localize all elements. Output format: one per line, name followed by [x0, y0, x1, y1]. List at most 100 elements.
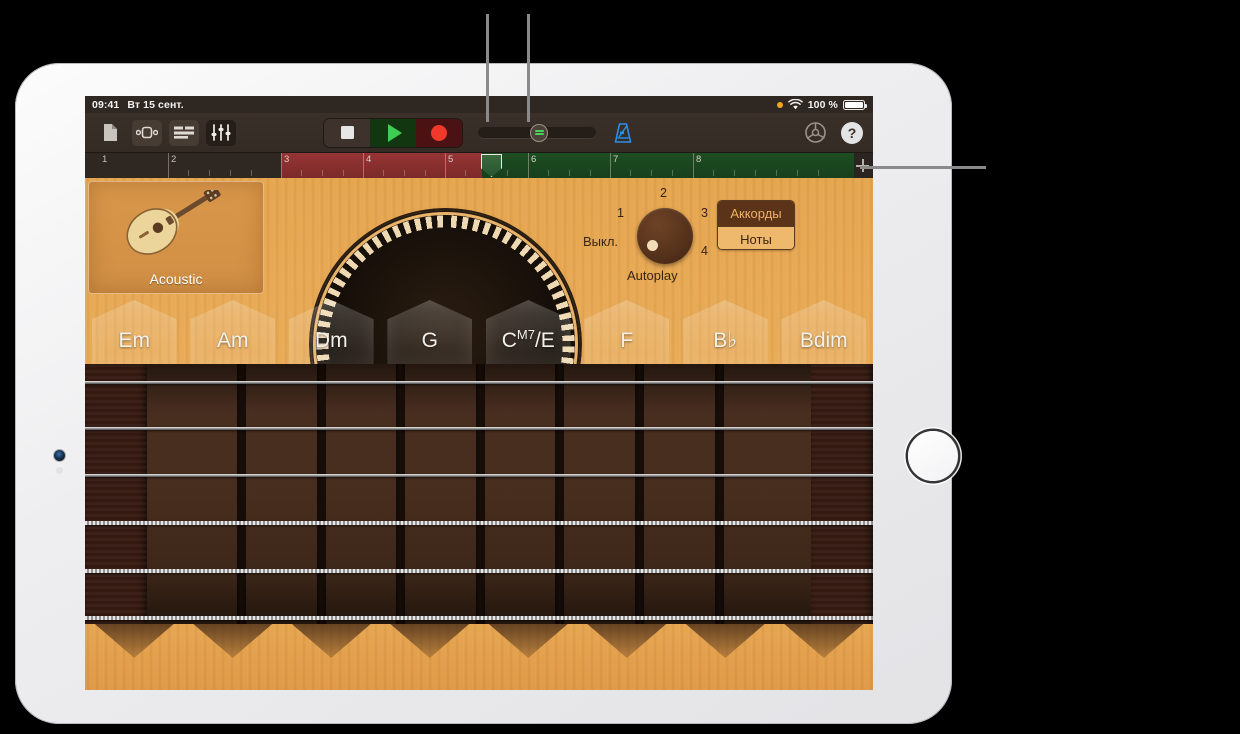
timeline-ruler[interactable]: 1 2 3 4 5 6 7 8: [85, 153, 873, 178]
screenshot-root: 09:41 Вт 15 сент. 100 % ? 1 2 3 4 5 6 7 …: [0, 0, 1240, 734]
stop-button[interactable]: [324, 118, 370, 147]
status-date: Вт 15 сент.: [127, 98, 184, 111]
chord-notch-row: [85, 624, 873, 690]
guitar-string[interactable]: [85, 521, 873, 525]
tracks-view-icon[interactable]: [169, 119, 199, 146]
status-right-group: 100 %: [776, 99, 868, 111]
guitar-instrument: Acoustic Выкл. 1 2 3 4 Autoplay Аккорды …: [85, 178, 873, 690]
autoplay-position-1[interactable]: 1: [617, 206, 624, 220]
guitar-string[interactable]: [85, 616, 873, 620]
home-button[interactable]: [908, 431, 958, 481]
chord-label: Dm: [314, 329, 348, 352]
help-button[interactable]: ?: [841, 121, 863, 144]
guitar-body-bottom: [85, 624, 873, 690]
chord-button-g[interactable]: G: [381, 300, 480, 364]
callout-play-button: [486, 14, 489, 122]
ruler-measure-label: 8: [696, 154, 702, 165]
chord-button-dm[interactable]: Dm: [282, 300, 381, 364]
fret-divider: [715, 364, 724, 624]
autoplay-title: Autoplay: [627, 268, 678, 283]
status-bar: 09:41 Вт 15 сент. 100 %: [85, 96, 873, 113]
ruler-measure-label: 1: [102, 154, 108, 165]
chord-label: CM7/E: [502, 327, 555, 364]
lcd-display-icon[interactable]: [530, 123, 548, 142]
fret-divider: [555, 364, 564, 624]
transport-controls: [324, 118, 462, 147]
autoplay-position-3[interactable]: 3: [701, 206, 708, 220]
loop-browser-icon[interactable]: [132, 119, 162, 146]
fretboard-nut-right: [811, 364, 873, 624]
callout-ruler: [860, 166, 986, 169]
battery-icon: [843, 99, 868, 110]
chord-label: G: [421, 329, 438, 352]
fret-divider: [476, 364, 485, 624]
ambient-sensor-icon: [56, 467, 63, 474]
ruler-measure-label: 6: [531, 154, 537, 165]
ruler-green-section[interactable]: [482, 153, 854, 178]
toolbar-center-group: [324, 118, 634, 147]
fret-divider: [396, 364, 405, 624]
chord-button-f[interactable]: F: [578, 300, 677, 364]
play-icon: [387, 123, 402, 142]
stop-icon: [340, 126, 354, 139]
fretboard[interactable]: [85, 364, 873, 624]
autoplay-position-4[interactable]: 4: [701, 244, 708, 258]
chord-label: F: [620, 329, 634, 352]
ruler-measure-label: 3: [284, 154, 290, 165]
master-slider[interactable]: [478, 123, 596, 142]
notes-mode-button[interactable]: Ноты: [718, 226, 794, 249]
ruler-measure-label: 7: [613, 154, 619, 165]
guitar-string[interactable]: [85, 569, 873, 573]
guitar-string[interactable]: [85, 427, 873, 430]
guitar-string[interactable]: [85, 381, 873, 384]
fret-divider: [635, 364, 644, 624]
play-button[interactable]: [370, 118, 416, 147]
chord-label: B♭: [713, 329, 738, 352]
instrument-label: Acoustic: [149, 271, 203, 287]
wifi-icon: [787, 99, 803, 110]
autoplay-knob[interactable]: [637, 208, 693, 264]
chord-button-bflat[interactable]: B♭: [676, 300, 775, 364]
guitar-string[interactable]: [85, 474, 873, 477]
camera-icon: [54, 450, 65, 461]
chord-button-em[interactable]: Em: [85, 300, 184, 364]
autoplay-position-2[interactable]: 2: [660, 186, 667, 200]
ruler-measure-label: 4: [366, 154, 372, 165]
playhead[interactable]: [481, 154, 502, 177]
chord-button-cmaj7-e[interactable]: CM7/E: [479, 300, 578, 364]
ruler-empty-section[interactable]: [168, 153, 281, 178]
recording-indicator-icon: [776, 101, 783, 108]
mixer-faders-icon[interactable]: [206, 119, 236, 146]
toolbar-left-group: [95, 119, 236, 146]
acoustic-guitar-icon: [126, 190, 221, 255]
record-icon: [431, 124, 447, 141]
autoplay-control[interactable]: Выкл. 1 2 3 4 Autoplay: [583, 184, 735, 284]
chord-button-am[interactable]: Am: [184, 300, 283, 364]
fret-divider: [237, 364, 246, 624]
chords-mode-button[interactable]: Аккорды: [718, 201, 794, 226]
chord-strip: Em Am Dm G CM7/E F B♭ Bdim: [85, 300, 873, 364]
autoplay-off-label[interactable]: Выкл.: [583, 234, 618, 249]
chord-button-bdim[interactable]: Bdim: [775, 300, 874, 364]
gear-icon[interactable]: [804, 121, 827, 144]
chord-bass: /E: [534, 329, 555, 352]
main-toolbar: ?: [85, 113, 873, 153]
app-screen: 09:41 Вт 15 сент. 100 % ? 1 2 3 4 5 6 7 …: [85, 96, 873, 690]
instrument-selector[interactable]: Acoustic: [88, 181, 264, 294]
fret-divider: [317, 364, 326, 624]
mode-toggle: Аккорды Ноты: [717, 200, 795, 250]
ruler-measure-label: 2: [171, 154, 177, 165]
chord-label: Em: [118, 329, 151, 352]
toolbar-right-group: ?: [804, 121, 863, 144]
document-icon[interactable]: [95, 120, 125, 146]
chord-root: C: [501, 329, 517, 352]
callout-record-button: [527, 14, 530, 122]
record-button[interactable]: [416, 118, 462, 147]
metronome-icon[interactable]: [612, 122, 634, 144]
chord-quality: M7: [516, 327, 535, 342]
ruler-empty-section[interactable]: [85, 153, 168, 178]
chord-label: Am: [217, 329, 249, 352]
knob-indicator-icon: [647, 240, 658, 251]
ruler-measure-label: 5: [448, 154, 454, 165]
fretboard-nut-left: [85, 364, 147, 624]
